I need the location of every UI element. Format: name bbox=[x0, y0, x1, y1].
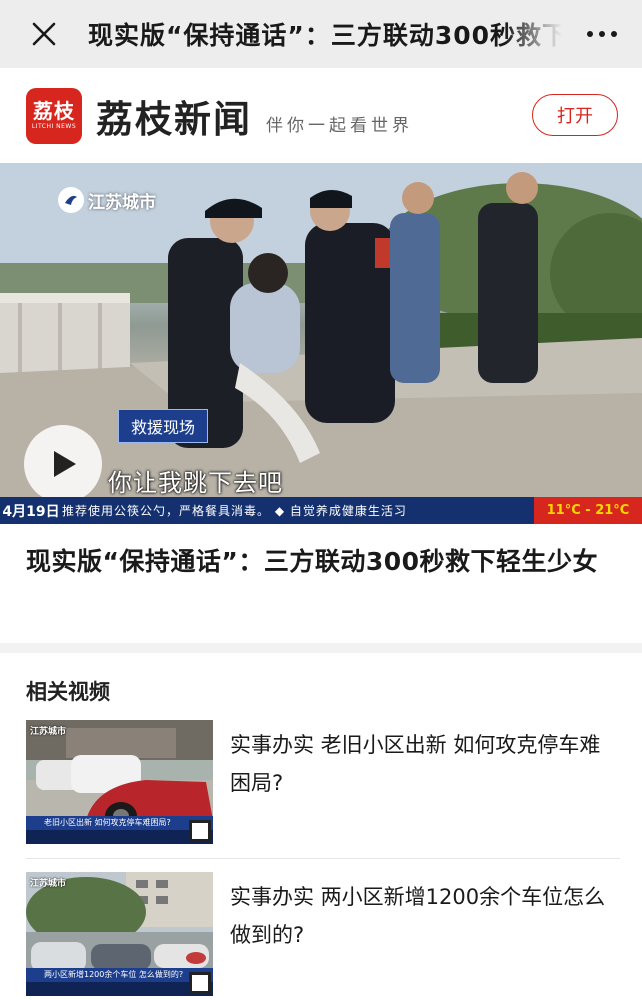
brand-name: 荔枝新闻 bbox=[96, 97, 252, 141]
video-thumbnail[interactable]: 江苏城市 两小区新增1200余个车位 怎么做到的? bbox=[26, 872, 213, 996]
more-icon bbox=[587, 31, 593, 37]
close-button[interactable] bbox=[0, 0, 88, 68]
channel-name: 江苏城市 bbox=[88, 192, 156, 213]
qr-code-icon bbox=[189, 820, 211, 842]
thumbnail-caption: 两小区新增1200余个车位 怎么做到的? bbox=[26, 968, 213, 982]
article-title: 现实版“保持通话”：三方联动300秒救下轻生少女 bbox=[26, 547, 599, 576]
list-divider bbox=[26, 858, 620, 859]
video-thumbnail[interactable]: 江苏城市 老旧小区出新 如何攻克停车难困局? bbox=[26, 720, 213, 844]
thumbnail-ticker bbox=[26, 830, 213, 844]
brand-slogan: 伴你一起看世界 bbox=[266, 116, 413, 136]
more-options-button[interactable] bbox=[562, 0, 642, 68]
thumbnail-channel: 江苏城市 bbox=[30, 727, 67, 737]
page-title: 现实版“保持通话”：三方联动300秒救下轻生少女 bbox=[88, 21, 562, 50]
play-button[interactable] bbox=[24, 425, 102, 503]
brand-logo: 荔枝 LITCHI NEWS bbox=[26, 87, 82, 144]
ticker-text: 推荐使用公筷公勺，严格餐具消毒。 ◆ 自觉养成健康生活习 bbox=[62, 504, 407, 518]
logo-subtext: LITCHI NEWS bbox=[31, 123, 77, 130]
video-subtitle: 你让我跳下去吧 bbox=[108, 469, 283, 497]
channel-logo-icon bbox=[58, 187, 84, 213]
related-video-item[interactable]: 江苏城市 两小区新增1200余个车位 怎么做到的? 实事办实 两小区新增1200… bbox=[26, 872, 620, 999]
close-icon bbox=[32, 22, 56, 46]
news-ticker: 4月19日 推荐使用公筷公勺，严格餐具消毒。 ◆ 自觉养成健康生活习 11°C … bbox=[0, 497, 642, 524]
related-videos-heading: 相关视频 bbox=[26, 680, 110, 704]
ticker-temperature: 11°C - 21°C bbox=[534, 497, 642, 524]
related-video-title[interactable]: 实事办实 两小区新增1200余个车位怎么做到的? bbox=[230, 878, 620, 999]
brand-banner: 荔枝 LITCHI NEWS 荔枝新闻 伴你一起看世界 打开 bbox=[0, 68, 642, 163]
thumbnail-channel: 江苏城市 bbox=[30, 879, 67, 889]
hero-video[interactable]: 江苏城市 救援现场 你让我跳下去吧 4月19日 推荐使用公筷公勺，严格餐具消毒。… bbox=[0, 163, 642, 524]
ticker-date: 4月19日 bbox=[2, 503, 60, 520]
section-divider bbox=[0, 643, 642, 653]
channel-watermark: 江苏城市 bbox=[58, 187, 156, 213]
related-video-item[interactable]: 江苏城市 老旧小区出新 如何攻克停车难困局? 实事办实 老旧小区出新 如何攻克停… bbox=[26, 720, 620, 847]
open-app-button[interactable]: 打开 bbox=[532, 94, 618, 136]
logo-text: 荔枝 bbox=[33, 99, 75, 123]
qr-code-icon bbox=[189, 972, 211, 994]
top-navigation-bar: 现实版“保持通话”：三方联动300秒救下轻生少女 bbox=[0, 0, 642, 68]
thumbnail-ticker bbox=[26, 982, 213, 996]
related-video-title[interactable]: 实事办实 老旧小区出新 如何攻克停车难困局? bbox=[230, 726, 620, 847]
scene-tag: 救援现场 bbox=[118, 409, 209, 443]
play-icon bbox=[54, 451, 76, 477]
thumbnail-caption: 老旧小区出新 如何攻克停车难困局? bbox=[26, 816, 213, 830]
